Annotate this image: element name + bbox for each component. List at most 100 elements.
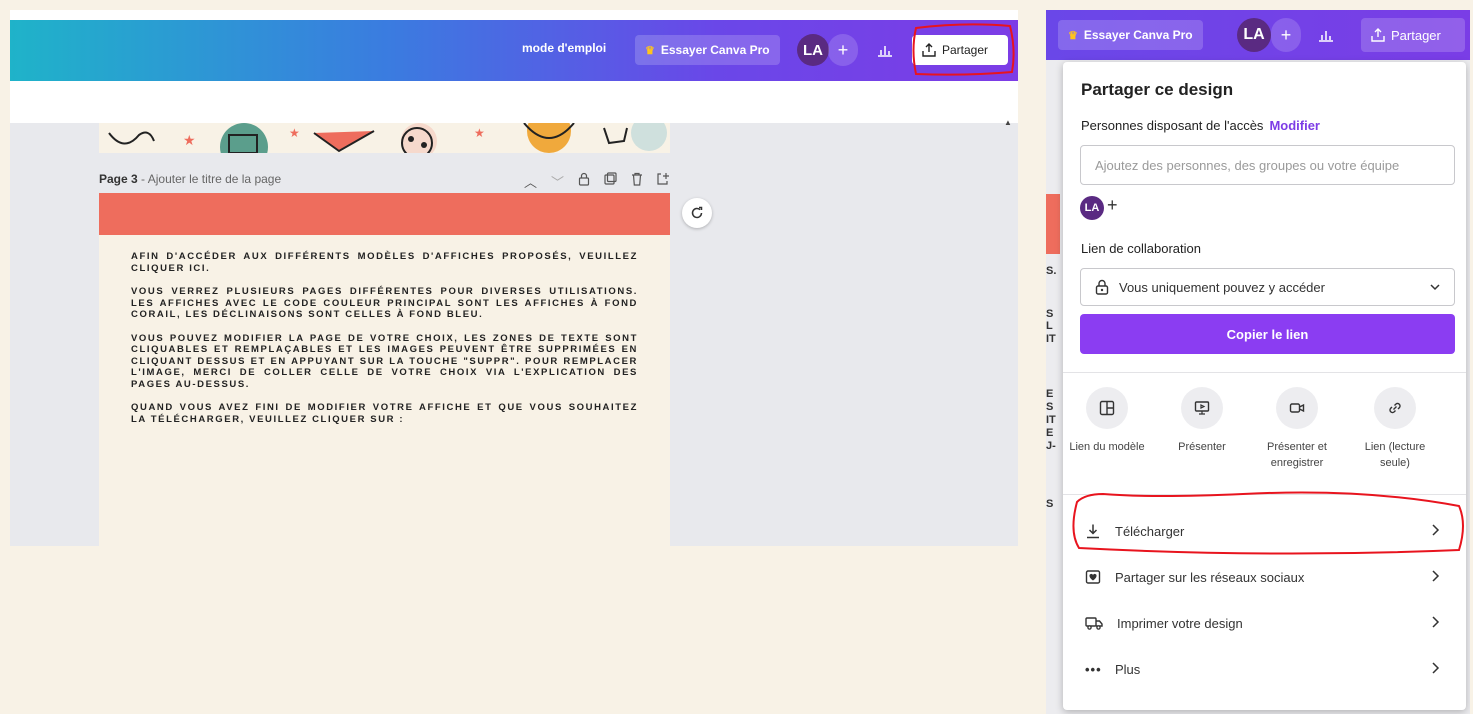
- toolbar-strip: [10, 81, 1018, 123]
- page-coral-band: [99, 193, 670, 235]
- more-row[interactable]: ••• Plus: [1063, 648, 1466, 690]
- background-text-fragment: IT: [1046, 333, 1056, 345]
- social-share-label: Partager sur les réseaux sociaux: [1115, 569, 1305, 585]
- page-header: Page 3 - Ajouter le titre de la page ︿ ﹀: [99, 172, 670, 190]
- add-people-input[interactable]: [1080, 145, 1455, 185]
- video-camera-icon: [1289, 403, 1305, 413]
- print-label: Imprimer votre design: [1117, 615, 1243, 631]
- editor-topbar-right: ♛ Essayer Canva Pro LA + Partager: [1046, 10, 1470, 60]
- add-person-button[interactable]: +: [1107, 195, 1118, 216]
- scroll-up-arrow-icon[interactable]: ▲: [1004, 118, 1012, 127]
- share-design-panel: Partager ce design Personnes disposant d…: [1063, 62, 1466, 710]
- background-text-fragment: S: [1046, 401, 1054, 413]
- page-title-input[interactable]: Ajouter le titre de la page: [148, 172, 281, 186]
- stats-button[interactable]: [1308, 20, 1344, 50]
- chevron-up-icon[interactable]: ︿: [524, 172, 537, 191]
- page-actions: ︿ ﹀: [524, 172, 670, 191]
- divider: [1063, 494, 1466, 495]
- readonly-link-option[interactable]: Lien (lecture seule): [1353, 387, 1437, 471]
- try-pro-button[interactable]: ♛ Essayer Canva Pro: [1058, 20, 1203, 50]
- divider: [1063, 372, 1466, 373]
- social-share-row[interactable]: Partager sur les réseaux sociaux: [1063, 556, 1466, 598]
- trash-icon[interactable]: [631, 172, 643, 186]
- option-label: Lien du modèle: [1069, 441, 1145, 453]
- coral-band-fragment: [1046, 194, 1060, 254]
- chevron-right-icon: [1432, 570, 1440, 582]
- access-label: Personnes disposant de l'accès: [1081, 118, 1264, 133]
- page-title-separator: -: [137, 172, 148, 186]
- chevron-right-icon: [1432, 616, 1440, 628]
- instruction-paragraph[interactable]: Afin d'accéder aux différents modèles d'…: [131, 251, 638, 274]
- add-people-button[interactable]: +: [828, 34, 858, 66]
- instruction-paragraph[interactable]: Vous pouvez modifier la page de votre ch…: [131, 333, 638, 391]
- bar-chart-icon: [1319, 31, 1333, 42]
- previous-page-bottom: ★ ★ ★: [99, 123, 670, 153]
- editor-screenshot: mode d'emploi ♛ Essayer Canva Pro LA + P…: [10, 10, 1018, 546]
- delivery-truck-icon: [1085, 617, 1103, 630]
- add-people-button[interactable]: +: [1271, 18, 1301, 52]
- bar-chart-icon: [878, 46, 892, 57]
- stats-button[interactable]: [868, 35, 902, 65]
- try-pro-button[interactable]: ♛ Essayer Canva Pro: [635, 35, 780, 65]
- present-option[interactable]: Présenter: [1160, 387, 1244, 455]
- access-level-value: Vous uniquement pouvez y accéder: [1119, 279, 1325, 295]
- avatar[interactable]: LA: [1237, 18, 1271, 52]
- avatar[interactable]: LA: [1080, 196, 1104, 220]
- background-text-fragment: E: [1046, 427, 1054, 439]
- background-text-fragment: S: [1046, 498, 1054, 510]
- background-text-fragment: J-: [1046, 440, 1056, 452]
- download-icon: [1087, 524, 1099, 539]
- refresh-button[interactable]: [682, 198, 712, 228]
- background-text-fragment: IT: [1046, 414, 1056, 426]
- option-label: Lien (lecture seule): [1364, 441, 1426, 469]
- editor-topbar: mode d'emploi ♛ Essayer Canva Pro LA + P…: [10, 20, 1018, 81]
- upload-icon: [922, 43, 936, 57]
- lock-icon[interactable]: [578, 172, 590, 186]
- share-button[interactable]: Partager: [912, 35, 1008, 65]
- download-label: Télécharger: [1115, 523, 1185, 539]
- present-record-option[interactable]: Présenter et enregistrer: [1255, 387, 1339, 471]
- svg-text:★: ★: [183, 133, 196, 149]
- crown-icon: ♛: [645, 44, 655, 57]
- chevron-down-icon: [1430, 284, 1440, 291]
- access-section-label: Personnes disposant de l'accès Modifier: [1081, 118, 1320, 133]
- add-page-icon[interactable]: [657, 172, 670, 185]
- page-number-label: Page 3: [99, 172, 138, 186]
- panel-title: Partager ce design: [1081, 80, 1234, 99]
- copy-link-button[interactable]: Copier le lien: [1080, 314, 1455, 354]
- try-pro-label: Essayer Canva Pro: [660, 43, 770, 57]
- collab-link-label: Lien de collaboration: [1081, 241, 1201, 256]
- chevron-down-icon[interactable]: ﹀: [551, 172, 564, 191]
- lock-icon: [1095, 279, 1109, 295]
- background-text-fragment: E: [1046, 388, 1054, 400]
- present-icon: [1194, 401, 1210, 415]
- instruction-paragraph[interactable]: Quand vous avez fini de modifier votre a…: [131, 402, 638, 425]
- link-icon-circle: [1374, 387, 1416, 429]
- more-label: Plus: [1115, 661, 1141, 677]
- share-panel-screenshot: ♛ Essayer Canva Pro LA + Partager S. S L…: [1046, 10, 1470, 714]
- download-row[interactable]: Télécharger: [1063, 510, 1466, 552]
- background-text-fragment: S: [1046, 308, 1054, 320]
- more-dots-icon: •••: [1085, 661, 1102, 677]
- svg-text:★: ★: [289, 126, 300, 140]
- guide-link[interactable]: mode d'emploi: [522, 41, 606, 55]
- share-button[interactable]: Partager: [1361, 18, 1465, 52]
- option-label: Présenter: [1178, 441, 1226, 453]
- heart-card-icon: [1085, 570, 1101, 584]
- chevron-right-icon: [1432, 524, 1440, 536]
- link-icon: [1389, 402, 1401, 414]
- duplicate-icon[interactable]: [604, 172, 617, 185]
- modify-access-link[interactable]: Modifier: [1269, 118, 1320, 133]
- template-link-option[interactable]: Lien du modèle: [1065, 387, 1149, 455]
- option-label: Présenter et enregistrer: [1267, 441, 1327, 469]
- instruction-paragraph[interactable]: Vous verrez plusieurs pages différentes …: [131, 286, 638, 321]
- access-level-select[interactable]: Vous uniquement pouvez y accéder: [1080, 268, 1455, 306]
- print-row[interactable]: Imprimer votre design: [1063, 602, 1466, 644]
- share-button-label: Partager: [1391, 27, 1441, 43]
- page-canvas[interactable]: Afin d'accéder aux différents modèles d'…: [99, 235, 670, 546]
- upload-icon: [1371, 28, 1385, 42]
- avatar[interactable]: LA: [797, 34, 829, 66]
- share-button-label: Partager: [942, 43, 989, 57]
- decorative-illustrations: ★ ★ ★: [108, 123, 667, 153]
- template-icon: [1099, 400, 1115, 416]
